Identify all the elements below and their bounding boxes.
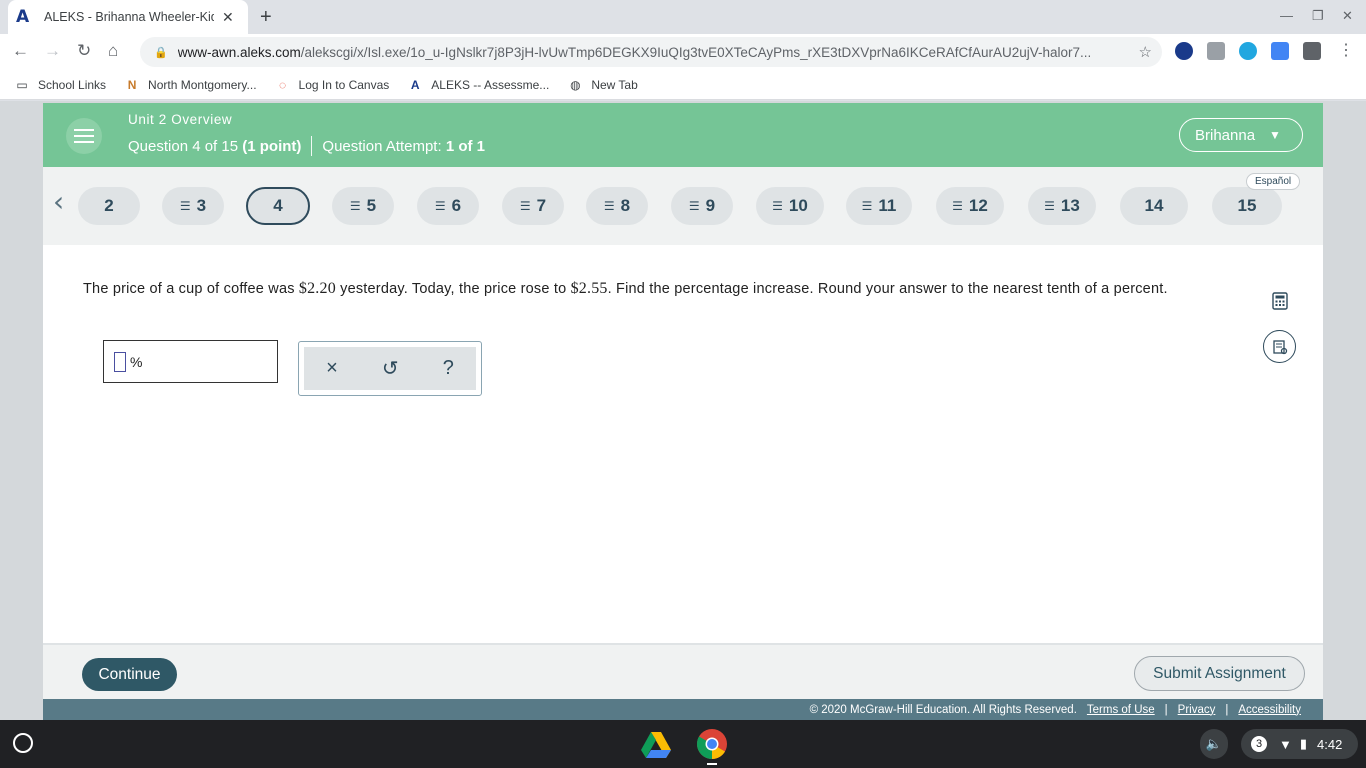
folder-icon: ▭: [16, 77, 28, 92]
question-pill-2[interactable]: 2: [78, 187, 140, 225]
aleks-icon: A: [410, 77, 420, 92]
legal-bar: © 2020 McGraw-Hill Education. All Rights…: [43, 699, 1323, 720]
extension-globe-icon[interactable]: [1239, 42, 1257, 60]
bookmark-school-links[interactable]: ▭ School Links: [14, 78, 106, 92]
question-pill-9[interactable]: ☰ 9: [671, 187, 733, 225]
answer-tools-panel: × ↺ ?: [298, 341, 482, 396]
tab-title: ALEKS - Brihanna Wheeler-Kidd - Unit 2 O…: [44, 10, 214, 24]
url-text: www-awn.aleks.com/alekscgi/x/Isl.exe/1o_…: [177, 44, 1092, 60]
previous-arrow-icon[interactable]: ‹: [53, 185, 64, 218]
worksheet-icon[interactable]: [1263, 330, 1296, 363]
restore-icon[interactable]: ❐: [1312, 8, 1324, 24]
status-tray[interactable]: 3 ▼ ▮ 4:42: [1241, 729, 1358, 759]
wifi-icon: ▼: [1279, 736, 1292, 752]
lock-icon: 🔒: [154, 46, 168, 59]
undo-icon[interactable]: ↺: [382, 356, 399, 381]
audio-tray[interactable]: 🔈: [1200, 729, 1228, 759]
speaker-icon: 🔈: [1205, 736, 1223, 751]
footer-bar: Continue Submit Assignment: [43, 643, 1323, 699]
browser-menu-icon[interactable]: ⋮: [1338, 40, 1354, 60]
question-text: The price of a cup of coffee was $2.20 y…: [83, 280, 1168, 297]
question-pill-12[interactable]: ☰ 12: [936, 187, 1004, 225]
menu-hamburger-icon[interactable]: [66, 118, 102, 154]
bookmark-canvas[interactable]: ◌ Log In to Canvas: [275, 77, 389, 92]
chrome-icon[interactable]: [696, 728, 728, 760]
close-tab-icon[interactable]: ✕: [222, 9, 234, 26]
new-tab-plus-icon[interactable]: +: [260, 6, 272, 29]
terms-link[interactable]: Terms of Use: [1087, 704, 1155, 716]
privacy-link[interactable]: Privacy: [1178, 704, 1216, 716]
question-pill-8[interactable]: ☰ 8: [586, 187, 648, 225]
home-icon[interactable]: ⌂: [108, 41, 118, 61]
answer-input[interactable]: %: [103, 340, 278, 383]
question-pill-10[interactable]: ☰ 10: [756, 187, 824, 225]
calculator-icon[interactable]: [1263, 284, 1296, 317]
aleks-app: Unit 2 Overview Question 4 of 15 (1 poin…: [43, 103, 1323, 720]
submit-assignment-button[interactable]: Submit Assignment: [1134, 656, 1305, 691]
address-bar[interactable]: 🔒 www-awn.aleks.com/alekscgi/x/Isl.exe/1…: [140, 37, 1162, 67]
bookmarks-bar: ▭ School Links N North Montgomery... ◌ Log …: [0, 70, 1366, 100]
canvas-icon: ◌: [278, 77, 287, 92]
header-bar: Unit 2 Overview Question 4 of 15 (1 poin…: [43, 103, 1323, 167]
browser-tab-strip: A ALEKS - Brihanna Wheeler-Kidd - Unit 2…: [0, 0, 1366, 34]
bookmark-star-icon[interactable]: ☆: [1139, 43, 1152, 61]
answer-entry-slot[interactable]: [114, 351, 126, 372]
active-app-indicator: [707, 763, 717, 765]
user-menu-button[interactable]: Brihanna ▼: [1179, 118, 1303, 152]
os-shelf: 🔈 3 ▼ ▮ 4:42: [0, 720, 1366, 768]
extension-k-icon[interactable]: [1175, 42, 1193, 60]
question-pill-3[interactable]: ☰ 3: [162, 187, 224, 225]
bookmark-new-tab[interactable]: ◍ New Tab: [567, 77, 638, 92]
help-icon[interactable]: ?: [443, 357, 454, 380]
minimize-icon[interactable]: —: [1280, 8, 1293, 23]
launcher-icon[interactable]: [13, 733, 33, 753]
chevron-down-icon: ▼: [1269, 128, 1281, 142]
question-pill-4[interactable]: 4: [246, 187, 310, 225]
close-window-icon[interactable]: ✕: [1342, 8, 1353, 24]
browser-tab[interactable]: A ALEKS - Brihanna Wheeler-Kidd - Unit 2…: [8, 0, 248, 34]
notification-count: 3: [1251, 736, 1267, 752]
question-pill-13[interactable]: ☰ 13: [1028, 187, 1096, 225]
question-pill-15[interactable]: 15: [1212, 187, 1282, 225]
unit-title: Unit 2 Overview: [128, 112, 233, 127]
bookmark-north-montgomery[interactable]: N North Montgomery...: [124, 77, 257, 92]
reload-icon[interactable]: ↻: [77, 41, 91, 61]
clear-icon[interactable]: ×: [326, 357, 338, 380]
continue-button[interactable]: Continue: [82, 658, 177, 691]
aleks-favicon-icon: A: [16, 7, 30, 27]
browser-toolbar: ← → ↻ ⌂ 🔒 www-awn.aleks.com/alekscgi/x/I…: [0, 34, 1366, 70]
question-pill-5[interactable]: ☰ 5: [332, 187, 394, 225]
question-pill-14[interactable]: 14: [1120, 187, 1188, 225]
north-montgomery-icon: N: [127, 77, 137, 92]
extensions-puzzle-icon[interactable]: [1303, 42, 1321, 60]
question-pill-7[interactable]: ☰ 7: [502, 187, 564, 225]
question-navigation: ‹ 2 ☰ 3 4 ☰ 5 ☰ 6 ☰ 7 ☰ 8 ☰ 9 ☰ 10 ☰ 11 ☰ 12 ☰ 13 …: [43, 167, 1323, 245]
question-info: Question 4 of 15 (1 point) Question Atte…: [128, 136, 485, 156]
espanol-toggle[interactable]: Español: [1246, 173, 1301, 190]
copyright-text: © 2020 McGraw-Hill Education. All Rights…: [809, 703, 1077, 716]
question-pill-11[interactable]: ☰ 11: [846, 187, 912, 225]
forward-arrow-icon[interactable]: →: [44, 41, 61, 61]
accessibility-link[interactable]: Accessibility: [1238, 704, 1301, 716]
bookmark-aleks[interactable]: A ALEKS -- Assessme...: [407, 78, 549, 92]
clock-time: 4:42: [1317, 736, 1343, 752]
google-drive-icon[interactable]: [640, 728, 672, 760]
back-arrow-icon[interactable]: ←: [12, 41, 29, 61]
extension-docs-icon[interactable]: [1271, 42, 1289, 60]
battery-icon: ▮: [1299, 736, 1308, 751]
question-pill-6[interactable]: ☰ 6: [417, 187, 479, 225]
percent-symbol: %: [130, 353, 143, 370]
extension-copy-icon[interactable]: [1207, 42, 1225, 60]
globe-icon: ◍: [570, 77, 581, 92]
